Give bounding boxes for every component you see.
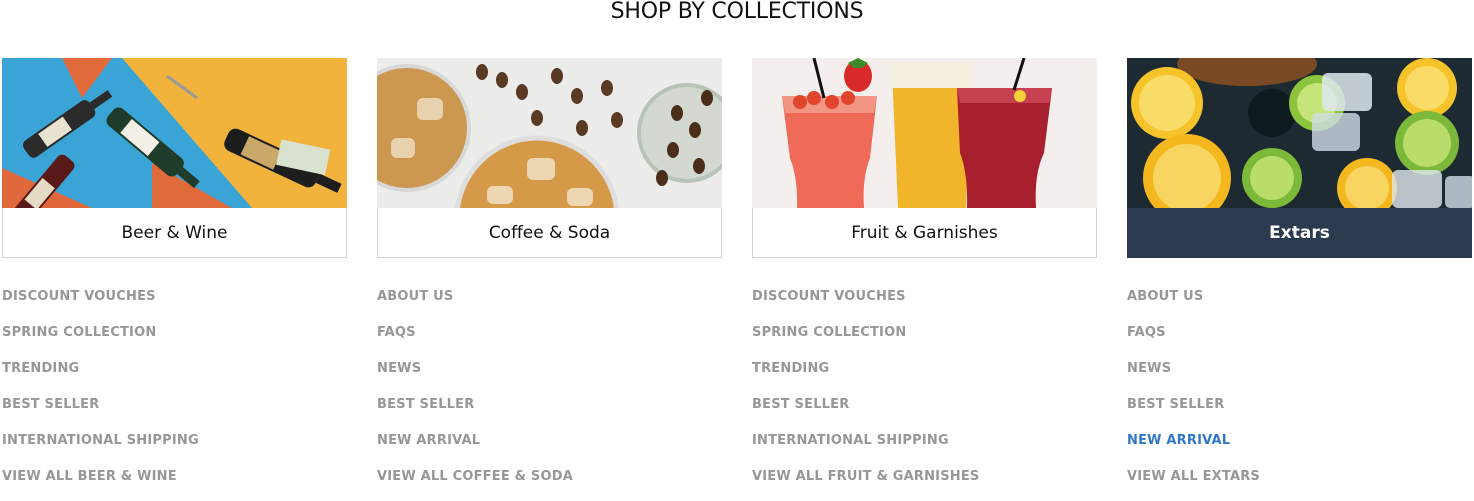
link-best-seller[interactable]: BEST SELLER — [2, 397, 99, 412]
list-item: DISCOUNT VOUCHES — [2, 285, 347, 321]
link-international-shipping[interactable]: INTERNATIONAL SHIPPING — [2, 433, 199, 448]
list-item: NEW ARRIVAL — [1127, 429, 1472, 465]
link-discount-vouches[interactable]: DISCOUNT VOUCHES — [752, 289, 906, 304]
link-faqs[interactable]: FAQS — [377, 325, 416, 340]
collection-card-label: Fruit & Garnishes — [752, 208, 1097, 258]
link-trending[interactable]: TRENDING — [2, 361, 79, 376]
list-item: SPRING COLLECTION — [752, 321, 1097, 357]
list-item: VIEW ALL BEER & WINE — [2, 465, 347, 501]
extars-image[interactable] — [1127, 58, 1472, 208]
fruit-garnishes-image[interactable] — [752, 58, 1097, 208]
link-faqs[interactable]: FAQS — [1127, 325, 1166, 340]
list-item: BEST SELLER — [752, 393, 1097, 429]
link-best-seller[interactable]: BEST SELLER — [377, 397, 474, 412]
list-item: INTERNATIONAL SHIPPING — [752, 429, 1097, 465]
link-spring-collection[interactable]: SPRING COLLECTION — [752, 325, 906, 340]
list-item: SPRING COLLECTION — [2, 321, 347, 357]
view-all-beer-wine-link[interactable]: VIEW ALL BEER & WINE — [2, 467, 177, 487]
list-item: BEST SELLER — [377, 393, 722, 429]
link-best-seller[interactable]: BEST SELLER — [752, 397, 849, 412]
list-item: DISCOUNT VOUCHES — [752, 285, 1097, 321]
link-news[interactable]: NEWS — [1127, 361, 1171, 376]
collection-card-beer-wine[interactable]: Beer & Wine — [2, 58, 347, 258]
list-item: BEST SELLER — [2, 393, 347, 429]
link-about-us[interactable]: ABOUT US — [377, 289, 454, 304]
list-item: TRENDING — [2, 357, 347, 393]
collection-column-beer-wine: Beer & Wine DISCOUNT VOUCHES SPRING COLL… — [2, 58, 347, 501]
link-new-arrival[interactable]: NEW ARRIVAL — [1127, 433, 1230, 448]
list-item: ABOUT US — [377, 285, 722, 321]
view-all-extars-link[interactable]: VIEW ALL EXTARS — [1127, 467, 1260, 487]
list-item: TRENDING — [752, 357, 1097, 393]
link-about-us[interactable]: ABOUT US — [1127, 289, 1204, 304]
collection-links: DISCOUNT VOUCHES SPRING COLLECTION TREND… — [2, 285, 347, 501]
collection-column-coffee-soda: Coffee & Soda ABOUT US FAQS NEWS BEST SE… — [377, 58, 722, 501]
view-all-coffee-soda-link[interactable]: VIEW ALL COFFEE & SODA — [377, 467, 573, 487]
section-title: SHOP BY COLLECTIONS — [610, 0, 864, 24]
beer-wine-image[interactable] — [2, 58, 347, 208]
list-item: INTERNATIONAL SHIPPING — [2, 429, 347, 465]
coffee-soda-image[interactable] — [377, 58, 722, 208]
view-all-fruit-garnishes-link[interactable]: VIEW ALL FRUIT & GARNISHES — [752, 467, 979, 487]
list-item: NEWS — [1127, 357, 1472, 393]
list-item: VIEW ALL FRUIT & GARNISHES — [752, 465, 1097, 501]
collection-card-fruit-garnishes[interactable]: Fruit & Garnishes — [752, 58, 1097, 258]
list-item: ABOUT US — [1127, 285, 1472, 321]
list-item: VIEW ALL COFFEE & SODA — [377, 465, 722, 501]
link-best-seller[interactable]: BEST SELLER — [1127, 397, 1224, 412]
list-item: VIEW ALL EXTARS — [1127, 465, 1472, 501]
list-item: NEWS — [377, 357, 722, 393]
list-item: FAQS — [377, 321, 722, 357]
collection-column-fruit-garnishes: Fruit & Garnishes DISCOUNT VOUCHES SPRIN… — [752, 58, 1097, 501]
collection-card-label: Extars — [1127, 208, 1472, 258]
collection-card-label: Coffee & Soda — [377, 208, 722, 258]
link-new-arrival[interactable]: NEW ARRIVAL — [377, 433, 480, 448]
collection-card-label: Beer & Wine — [2, 208, 347, 258]
collection-card-coffee-soda[interactable]: Coffee & Soda — [377, 58, 722, 258]
link-international-shipping[interactable]: INTERNATIONAL SHIPPING — [752, 433, 949, 448]
collection-links: ABOUT US FAQS NEWS BEST SELLER NEW ARRIV… — [377, 285, 722, 501]
collections-grid: Beer & Wine DISCOUNT VOUCHES SPRING COLL… — [2, 58, 1472, 501]
collection-links: DISCOUNT VOUCHES SPRING COLLECTION TREND… — [752, 285, 1097, 501]
link-discount-vouches[interactable]: DISCOUNT VOUCHES — [2, 289, 156, 304]
list-item: NEW ARRIVAL — [377, 429, 722, 465]
collection-card-extars[interactable]: Extars — [1127, 58, 1472, 258]
link-trending[interactable]: TRENDING — [752, 361, 829, 376]
link-spring-collection[interactable]: SPRING COLLECTION — [2, 325, 156, 340]
collection-links: ABOUT US FAQS NEWS BEST SELLER NEW ARRIV… — [1127, 285, 1472, 501]
list-item: FAQS — [1127, 321, 1472, 357]
collection-column-extars: Extars ABOUT US FAQS NEWS BEST SELLER NE… — [1127, 58, 1472, 501]
link-news[interactable]: NEWS — [377, 361, 421, 376]
list-item: BEST SELLER — [1127, 393, 1472, 429]
